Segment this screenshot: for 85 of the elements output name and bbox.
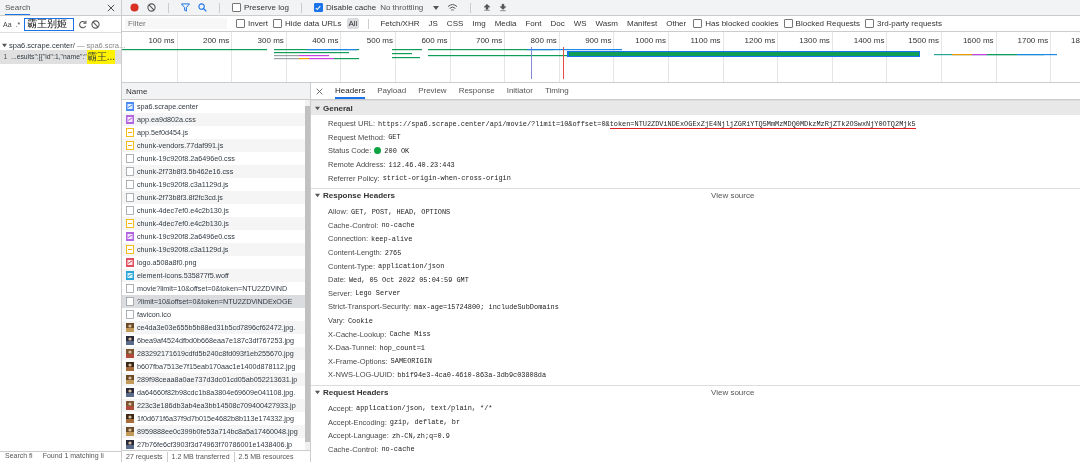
checkbox-box[interactable] [693,19,703,28]
time-tick-label: 1000 ms [635,36,666,45]
checkbox-label: Disable cache [325,3,377,12]
column-header[interactable]: Name [126,86,148,96]
type-filter-button[interactable]: Other [664,18,689,29]
type-filter-button[interactable]: All [346,18,360,29]
throttling-dropdown[interactable]: No throttling [380,3,424,12]
type-filter-button[interactable]: Media [492,18,519,29]
caret-icon[interactable] [433,5,440,10]
checkbox-label: Preserve log [244,3,289,12]
checkbox[interactable]: Disable cache [313,3,377,12]
font-file-icon [126,271,134,280]
time-tick-label: 1300 ms [799,36,830,45]
stylesheet-file-icon [126,232,134,241]
tab[interactable]: Payload [377,83,407,99]
type-filter-button[interactable]: Doc [548,18,567,29]
type-filter-button[interactable]: JS [426,18,440,29]
script-file-icon [126,245,134,254]
filter-icon[interactable] [181,3,190,12]
time-tick-label: 18 [1071,36,1080,45]
checkbox[interactable]: Hide data URLs [273,19,342,28]
script-file-icon [126,141,134,150]
time-tick-label: 400 ms [312,36,339,45]
record-icon[interactable] [130,3,139,12]
time-tick-label: 100 ms [148,36,175,45]
time-tick-label: 1200 ms [744,36,776,45]
wifi-settings-icon[interactable] [447,3,459,12]
checkbox-label: Hide data URLs [285,19,342,28]
time-tick-label: 600 ms [421,36,448,45]
upload-icon[interactable] [483,3,492,12]
type-filter-button[interactable]: Wasm [593,18,620,29]
tab[interactable]: Response [458,83,495,99]
tab[interactable]: Preview [418,83,447,99]
time-tick-label: 200 ms [202,36,230,45]
checkbox-label: Invert [248,19,268,28]
time-tick-label: 1500 ms [908,36,939,45]
filter-field[interactable]: Filter [125,18,227,29]
checkmark-icon [315,4,322,11]
time-tick-label: 1400 ms [853,36,885,45]
stylesheet-file-icon [126,115,134,124]
script-file-icon [126,219,134,228]
checkbox-box[interactable] [236,19,245,28]
section-header[interactable]: General [311,100,1080,115]
tab[interactable]: Timing [544,83,569,99]
checkbox-box[interactable] [232,3,241,12]
type-filter-button[interactable]: Manifest [624,18,660,29]
checkbox-box[interactable] [273,19,282,28]
close-icon[interactable] [107,3,115,12]
time-tick-label: 300 ms [257,36,284,45]
checkbox-label: Blocked Requests [795,19,861,28]
search-icon[interactable] [198,3,207,12]
time-tick-label: 800 ms [530,36,557,45]
time-tick-label: 1700 ms [1017,36,1049,45]
panel-title: Search [5,0,31,15]
tab[interactable]: Initiator [506,83,533,99]
time-tick-label: 1600 ms [962,36,994,45]
clear-icon[interactable] [91,19,101,29]
download-icon[interactable] [499,3,508,12]
close-icon[interactable] [316,87,323,95]
checkbox[interactable]: Invert [236,19,268,28]
image-file-icon [126,258,134,267]
time-tick-label: 900 ms [585,36,612,45]
checkbox[interactable]: 3rd-party requests [865,19,942,28]
view-source-link[interactable]: View source [711,190,755,200]
type-filter-button[interactable]: Img [470,18,488,29]
time-tick-label: 500 ms [366,36,393,45]
clear-icon[interactable] [147,3,156,12]
scrollbar[interactable] [305,100,310,450]
refresh-icon[interactable] [78,19,88,29]
checkbox-label: 3rd-party requests [877,19,942,28]
checkbox[interactable]: Blocked Requests [783,19,861,28]
checkbox-box[interactable] [783,19,793,28]
type-filter-button[interactable]: Fetch/XHR [378,18,422,29]
document-file-icon [126,102,134,111]
time-tick-label: 1100 ms [690,36,721,45]
view-source-link[interactable]: View source [711,387,755,397]
type-filter-button[interactable]: WS [571,18,589,29]
time-tick-label: 700 ms [475,36,503,45]
type-filter-button[interactable]: Font [523,18,544,29]
search-field[interactable]: 霸王别姬 [24,17,75,31]
checkbox-box[interactable] [865,19,875,28]
checkbox-box[interactable] [313,3,323,12]
script-file-icon [126,128,134,137]
checkbox[interactable]: Preserve log [232,3,289,12]
type-filter-button[interactable]: CSS [444,18,466,29]
